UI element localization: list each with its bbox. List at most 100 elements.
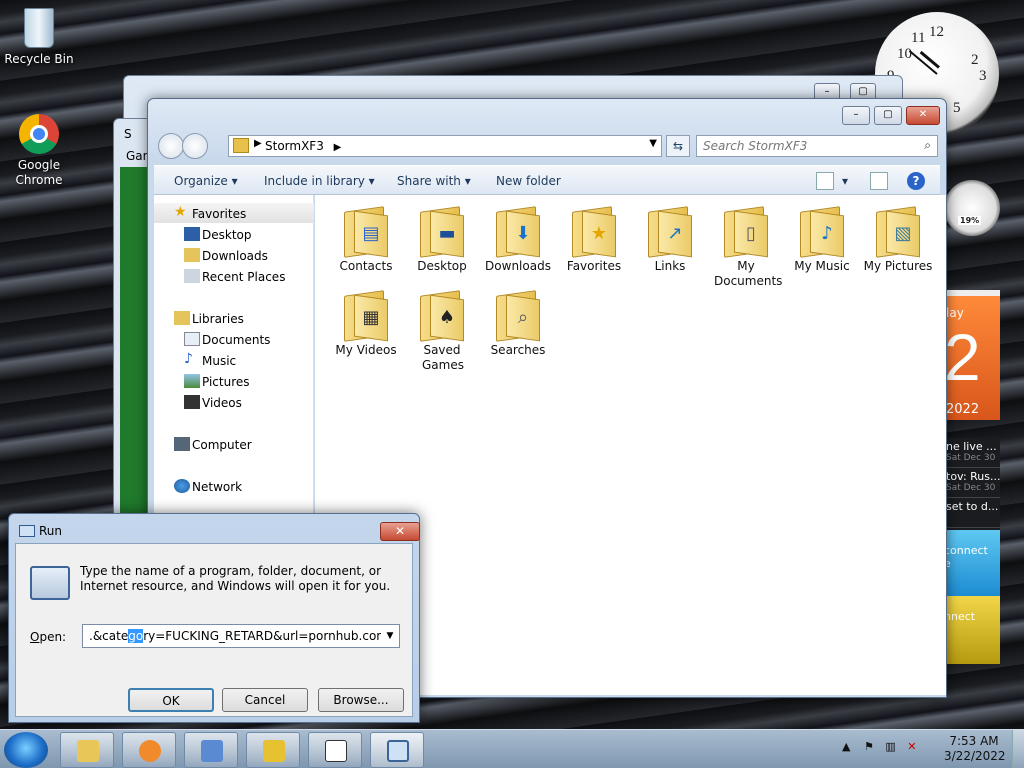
search-icon[interactable]: ⌕ [924, 138, 931, 153]
folder-item[interactable]: ♠ Saved Games [404, 283, 480, 373]
maximize-button[interactable]: ▢ [874, 106, 902, 125]
feed-title: tov: Rus... [946, 470, 1000, 483]
nav-recent-places[interactable]: Recent Places [154, 266, 314, 286]
folder-item[interactable]: ♪ My Music [784, 199, 860, 274]
google-chrome-desktop-icon[interactable]: Google Chrome [2, 114, 76, 188]
connect-tile-blue[interactable]: connect e [944, 530, 1000, 598]
folder-item[interactable]: ★ Favorites [556, 199, 632, 274]
cancel-button[interactable]: Cancel [222, 688, 308, 712]
search-placeholder: Search StormXF3 [703, 139, 808, 153]
run-icon [387, 740, 409, 762]
back-button[interactable] [158, 133, 184, 159]
breadcrumb-arrow-icon[interactable]: ▶ [254, 138, 262, 149]
documents-icon [184, 332, 200, 346]
clock-number: 12 [929, 24, 944, 40]
nav-favorites[interactable]: ★ Favorites [154, 203, 314, 223]
folder-item[interactable]: ▧ My Pictures [860, 199, 936, 274]
flag-icon[interactable]: ⚑ [864, 740, 874, 753]
refresh-button[interactable]: ⇆ [666, 135, 690, 157]
folder-item[interactable]: ▯ My Documents [708, 199, 784, 289]
open-combobox[interactable]: .&category=FUCKING_RETARD&url=pornhub.co… [82, 624, 400, 648]
feed-item[interactable]: ne live ... Sat Dec 30 [944, 438, 1000, 468]
clock-number: 5 [953, 100, 961, 116]
pictures-icon: ▧ [874, 206, 922, 258]
chevron-up-icon[interactable]: ▲ [842, 740, 850, 753]
chevron-down-icon[interactable]: ▾ [842, 174, 848, 188]
recent-places-icon [184, 269, 200, 283]
breadcrumb-item[interactable]: StormXF3 [265, 139, 324, 153]
videos-icon [184, 395, 200, 409]
nav-downloads[interactable]: Downloads [154, 245, 314, 265]
search-input[interactable]: Search StormXF3 ⌕ [696, 135, 938, 157]
folder-item[interactable]: ▬ Desktop [404, 199, 480, 274]
help-icon[interactable]: ? [907, 172, 925, 190]
chrome-icon [19, 114, 59, 154]
taskbar-monitor[interactable] [184, 732, 238, 768]
feed-headlines-gadget[interactable]: ne live ... Sat Dec 30 tov: Rus... Sat Dec… [944, 438, 1000, 532]
network-icon [174, 479, 190, 493]
share-with-menu[interactable]: Share with ▾ [397, 174, 471, 188]
minimize-button[interactable]: – [842, 106, 870, 125]
feed-item[interactable]: tov: Rus... Sat Dec 30 [944, 468, 1000, 498]
close-button[interactable]: ✕ [906, 106, 940, 125]
music-icon: ♪ [798, 206, 846, 258]
start-button[interactable] [4, 732, 48, 768]
input-selection: go [128, 629, 144, 643]
connect-tile-yellow[interactable]: nnect [944, 596, 1000, 664]
dialog-description: Type the name of a program, folder, docu… [80, 564, 391, 593]
nav-network[interactable]: Network [154, 476, 314, 496]
nav-pictures[interactable]: Pictures [154, 371, 314, 391]
chrome-label: Google Chrome [15, 158, 63, 187]
change-view-icon[interactable] [816, 172, 834, 190]
taskbar-explorer[interactable] [60, 732, 114, 768]
breadcrumb-arrow-icon[interactable]: ▶ [334, 142, 342, 153]
close-button[interactable]: ✕ [380, 522, 420, 541]
run-dialog[interactable]: Run ✕ Type the name of a program, folder… [8, 513, 420, 723]
clock-number: 10 [897, 46, 912, 62]
chevron-down-icon[interactable]: ▼ [381, 625, 399, 647]
network-icon[interactable]: ▥ [885, 740, 895, 753]
nav-computer[interactable]: Computer [154, 434, 314, 454]
taskbar-game[interactable] [246, 732, 300, 768]
folder-item[interactable]: ⬇ Downloads [480, 199, 556, 274]
volume-muted-icon[interactable]: ✕ [907, 740, 916, 753]
calendar-gadget[interactable]: lay 2 2022 [944, 290, 1000, 420]
chevron-down-icon[interactable]: ▼ [649, 138, 657, 149]
nav-documents[interactable]: Documents [154, 329, 314, 349]
cpu-percent: 19% [958, 216, 982, 225]
ok-button[interactable]: OK [128, 688, 214, 712]
browse-button[interactable]: Browse... [318, 688, 404, 712]
input-text: ry=FUCKING_RETARD&url=pornhub.com%2F [143, 629, 400, 643]
folder-item[interactable]: ↗ Links [632, 199, 708, 274]
run-icon [30, 566, 70, 600]
address-bar[interactable]: ▶ StormXF3 ▶ ▼ [228, 135, 662, 157]
search-icon: ⌕ [494, 290, 542, 342]
nav-libraries[interactable]: Libraries [154, 308, 314, 328]
include-in-library-menu[interactable]: Include in library ▾ [264, 174, 375, 188]
folder-item[interactable]: ⌕ Searches [480, 283, 556, 358]
clock-number: 11 [911, 30, 926, 46]
nav-videos[interactable]: Videos [154, 392, 314, 412]
computer-icon [174, 437, 190, 451]
folder-item[interactable]: ▤ Contacts [328, 199, 404, 274]
show-desktop-button[interactable] [1012, 730, 1024, 768]
recycle-bin-desktop-icon[interactable]: Recycle Bin [2, 8, 76, 67]
folder-item[interactable]: ▦ My Videos [328, 283, 404, 358]
taskbar-run[interactable] [370, 732, 424, 768]
nav-music[interactable]: ♪ Music [154, 350, 314, 370]
libraries-icon [174, 311, 190, 325]
feed-item[interactable]: set to d... [944, 498, 1000, 528]
star-icon: ★ [174, 204, 187, 220]
folder-icon [77, 740, 99, 762]
preview-pane-icon[interactable] [870, 172, 888, 190]
dialog-body: Type the name of a program, folder, docu… [15, 543, 413, 717]
new-folder-button[interactable]: New folder [496, 174, 561, 188]
cpu-meter-gadget[interactable]: 19% [944, 180, 1000, 236]
window-title: S [124, 127, 132, 141]
taskbar-clock[interactable]: 7:53 AM 3/22/2022 [944, 734, 1006, 764]
nav-desktop[interactable]: Desktop [154, 224, 314, 244]
organize-menu[interactable]: Organize ▾ [174, 174, 238, 188]
taskbar-media-player[interactable] [122, 732, 176, 768]
forward-button[interactable] [182, 133, 208, 159]
taskbar-solitaire[interactable] [308, 732, 362, 768]
